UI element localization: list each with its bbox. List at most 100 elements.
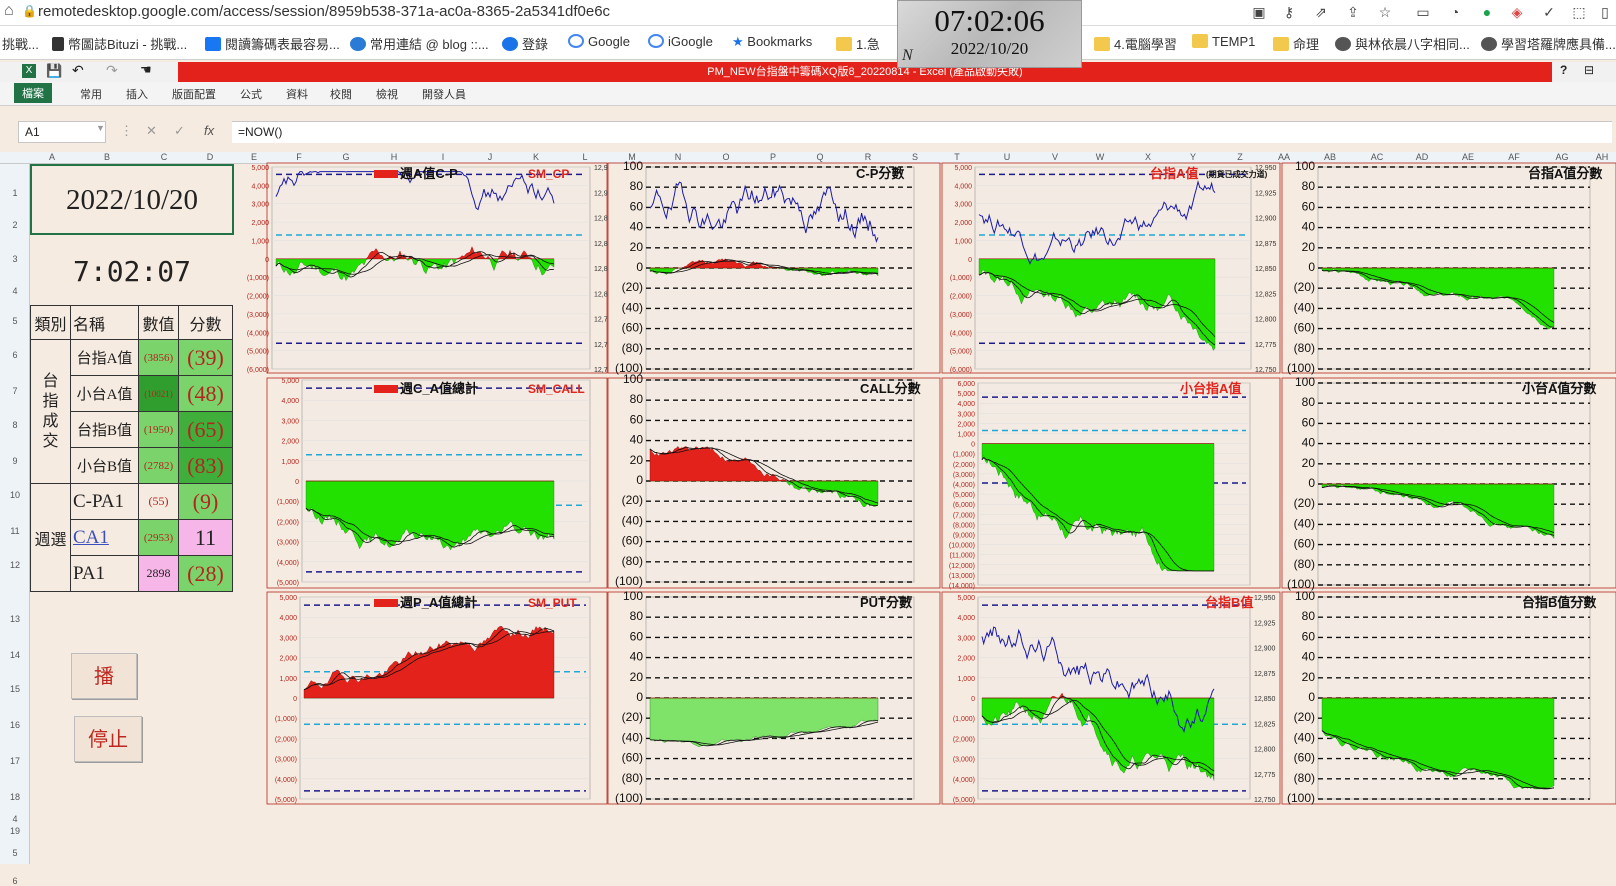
y-tick-label: (6,000) xyxy=(247,367,269,374)
y-tick-label: (1,000) xyxy=(275,716,297,723)
y-tick-label: 20 xyxy=(630,240,644,254)
y-tick-label: 100 xyxy=(623,589,643,603)
y-tick-label: 1,000 xyxy=(279,676,297,683)
y-tick-label: 5,000 xyxy=(251,165,269,172)
y-tick-label: 1,000 xyxy=(281,459,299,466)
y-tick-label: 3,000 xyxy=(954,202,972,209)
chart-series-label: SM_CALL xyxy=(528,382,585,396)
y-tick-label: (2,000) xyxy=(953,736,975,743)
y-tick-label: 5,000 xyxy=(957,595,975,602)
chart-title: C-P分數 xyxy=(856,166,904,181)
chart-title: 小台A值分數 xyxy=(1522,381,1596,396)
chart-cp_score: (100)(80)(60)(40)(20)020406080100 C-P分數 xyxy=(607,159,941,375)
chart-title: 台指B值 xyxy=(1205,595,1253,610)
y-tick-label: 40 xyxy=(630,433,644,447)
y-tick-label: (3,000) xyxy=(953,757,975,764)
y-tick-label: 100 xyxy=(623,159,643,173)
y-tick-label: (1,000) xyxy=(953,716,975,723)
y-tick-label: (80) xyxy=(1294,557,1315,571)
y-tick-label: (13,000) xyxy=(949,573,975,580)
y2-tick-label: 12,750 xyxy=(1254,797,1276,804)
y-tick-label: (40) xyxy=(1294,300,1315,314)
y-tick-label: 60 xyxy=(1302,415,1316,429)
chart-taizhi_b_score: (100) (80) (60) (40) (20) 0 20 40 60 80 100 台指B值分數 xyxy=(1281,589,1616,805)
chart-title: PUT分數 xyxy=(860,595,912,610)
y-tick-label: (10,000) xyxy=(949,543,975,550)
y-tick-label: (4,000) xyxy=(275,777,297,784)
y2-tick-label: 12,950 xyxy=(1254,595,1276,602)
y-tick-label: (5,000) xyxy=(277,580,299,587)
y-tick-label: 80 xyxy=(1302,395,1316,409)
chart-call_score: (100) (80) (60) (40) (20) 0 20 40 60 80 100 CALL分數 xyxy=(607,372,941,589)
chart-call: (5,000) (4,000) (3,000) (2,000) (1,000) 0 1,00… xyxy=(266,377,608,589)
y-tick-label: (40) xyxy=(622,513,643,527)
y-tick-label: (100) xyxy=(615,791,643,805)
chart-put: (5,000) (4,000) (3,000) (2,000) (1,000) 0 1,00… xyxy=(266,591,608,805)
y-tick-label: 0 xyxy=(636,260,643,274)
y2-tick-label: 12,775 xyxy=(1254,772,1276,779)
y-tick-label: 80 xyxy=(630,179,644,193)
y-tick-label: (2,000) xyxy=(953,462,975,469)
y2-tick-label: 12,900 xyxy=(1254,646,1276,653)
y-tick-label: (14,000) xyxy=(949,583,975,590)
y-tick-label: (20) xyxy=(1294,496,1315,510)
y-tick-label: 3,000 xyxy=(251,202,269,209)
y-tick-label: 6,000 xyxy=(957,381,975,388)
chart-taizhi_b: (5,000) (4,000) (3,000) (2,000) (1,000) 0 1,00… xyxy=(941,591,1281,805)
chart-title: 週P_A值總計 xyxy=(400,595,477,610)
y-tick-label: 60 xyxy=(1302,629,1316,643)
y-tick-label: 60 xyxy=(630,629,644,643)
chart-xiaotai_a_score: (100)(80)(60)(40)(20)020406080100 小台A值分數 xyxy=(1281,375,1616,591)
y-tick-label: 2,000 xyxy=(957,656,975,663)
y-tick-label: 0 xyxy=(295,479,299,486)
y-tick-label: (60) xyxy=(1294,751,1315,765)
y-tick-label: (8,000) xyxy=(953,522,975,529)
y2-tick-label: 12,825 xyxy=(1255,291,1277,298)
y-tick-label: (80) xyxy=(1294,341,1315,355)
y-tick-label: (4,000) xyxy=(953,482,975,489)
y-tick-label: 0 xyxy=(971,442,975,449)
y2-tick-label: 12,825 xyxy=(1254,721,1276,728)
y-tick-label: 0 xyxy=(293,696,297,703)
y-tick-label: (60) xyxy=(1294,537,1315,551)
y2-tick-label: 12,800 xyxy=(1255,317,1277,324)
y-tick-label: 3,000 xyxy=(281,418,299,425)
y-tick-label: (3,000) xyxy=(277,540,299,547)
y-tick-label: (4,000) xyxy=(247,330,269,337)
y-tick-label: 100 xyxy=(623,372,643,386)
chart-taizhi_a: (6,000) (5,000) (4,000) (3,000) (2,000) (1,00… xyxy=(941,162,1281,374)
y-tick-label: (100) xyxy=(615,574,643,588)
y-tick-label: 4,000 xyxy=(251,183,269,190)
chart-note: (期貨已成交力道) xyxy=(1206,169,1268,179)
y-tick-label: 1,000 xyxy=(957,676,975,683)
y-tick-label: 1,000 xyxy=(251,238,269,245)
y-tick-label: 80 xyxy=(630,609,644,623)
y-tick-label: 0 xyxy=(1308,476,1315,490)
y-tick-label: 5,000 xyxy=(957,391,975,398)
y-tick-label: (3,000) xyxy=(953,472,975,479)
overlay-clock: 07:02:06 2022/10/20 N xyxy=(897,0,1082,68)
y2-tick-label: 12,850 xyxy=(1255,266,1277,273)
y-tick-label: (40) xyxy=(1294,730,1315,744)
y2-tick-label: 12,875 xyxy=(1254,671,1276,678)
y-tick-label: 40 xyxy=(1302,220,1316,234)
y2-tick-label: 12,800 xyxy=(1254,747,1276,754)
chart-series-label: SM_CP xyxy=(528,167,569,181)
y2-tick-label: 12,925 xyxy=(1254,620,1276,627)
y-tick-label: 100 xyxy=(1295,375,1315,389)
y-tick-label: (5,000) xyxy=(953,492,975,499)
y-tick-label: (5,000) xyxy=(953,797,975,804)
overlay-clock-time: 07:02:06 xyxy=(934,3,1045,38)
y-tick-label: (7,000) xyxy=(953,512,975,519)
chart-taizhi_a_score: (100) (80) (60) (40) (20) 0 20 40 60 80 100 台指A值分數 xyxy=(1281,159,1616,375)
y-tick-label: (20) xyxy=(1294,280,1315,294)
chart-put_score: (100) (80) (60) (40) (20) 0 20 40 60 80 100 PUT分數 xyxy=(607,589,941,805)
y-tick-label: (2,000) xyxy=(950,294,972,301)
y-tick-label: 4,000 xyxy=(957,401,975,408)
row-header[interactable]: 6 xyxy=(0,876,30,886)
y-tick-label: 2,000 xyxy=(251,220,269,227)
y-tick-label: 60 xyxy=(1302,199,1316,213)
y-tick-label: 40 xyxy=(630,650,644,664)
y-tick-label: 0 xyxy=(265,257,269,264)
y-tick-label: 20 xyxy=(630,453,644,467)
